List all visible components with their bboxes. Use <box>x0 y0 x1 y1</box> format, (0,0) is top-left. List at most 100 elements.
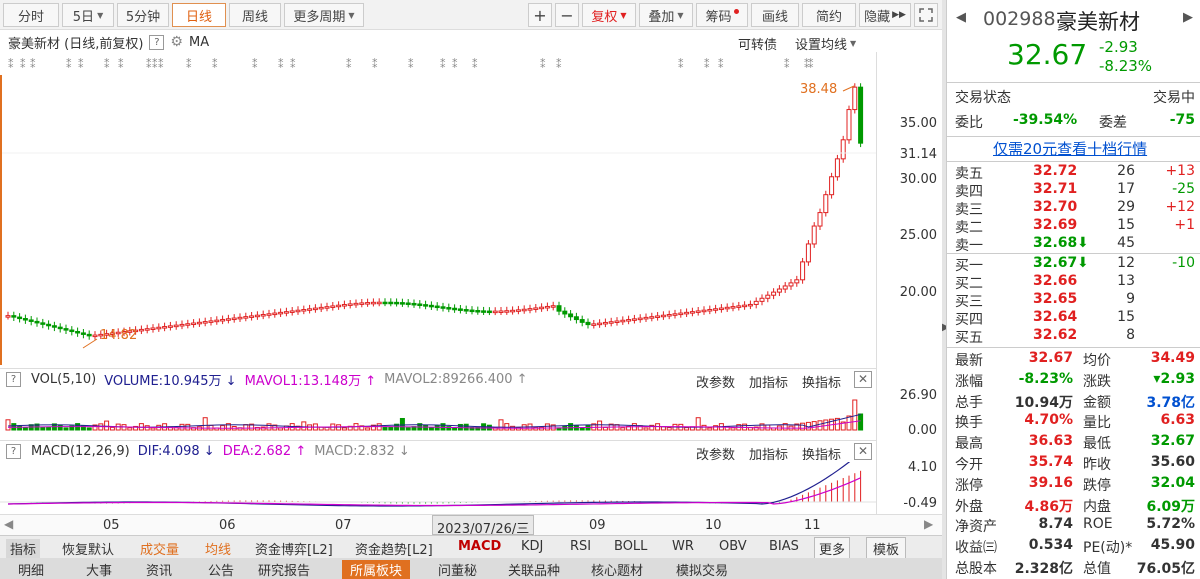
period-5min-button[interactable]: 5分钟 <box>117 3 169 27</box>
event-marker-icon[interactable]: ⁑ <box>704 58 710 71</box>
tab-boll[interactable]: BOLL <box>614 539 647 554</box>
next-stock-icon[interactable]: ▶ <box>1183 10 1193 25</box>
tab-indicator[interactable]: 指标 <box>6 539 41 558</box>
event-marker-icon[interactable]: ⁑ <box>452 58 458 71</box>
event-marker-icon[interactable]: ⁑ <box>66 58 72 71</box>
vol-add-indicator-button[interactable]: 加指标 <box>749 372 788 391</box>
simple-mode-button[interactable]: 简约 <box>802 3 856 27</box>
scroll-right-icon[interactable]: ▶ <box>924 517 933 531</box>
tab-kdj[interactable]: KDJ <box>521 539 543 554</box>
tab-sector[interactable]: 所属板块 <box>342 560 411 579</box>
tab-volume[interactable]: 成交量 <box>140 539 179 558</box>
stat-value: 6.63 <box>1160 412 1195 429</box>
event-marker-icon[interactable]: ⁑ <box>8 58 14 71</box>
event-marker-icon[interactable]: ⁑ <box>290 58 296 71</box>
event-marker-icon[interactable]: ⁑ <box>540 58 546 71</box>
bid-row[interactable]: 买三 32.65 9 <box>947 291 1200 310</box>
tab-macd[interactable]: MACD <box>458 539 501 554</box>
more-periods-button[interactable]: 更多周期 ▼ <box>284 3 364 27</box>
event-marker-icon[interactable]: ⁑ <box>372 58 378 71</box>
ask-row[interactable]: 卖五 32.72 26 +13 <box>947 163 1200 182</box>
prev-stock-icon[interactable]: ◀ <box>956 10 966 25</box>
vol-switch-indicator-button[interactable]: 换指标 <box>802 372 841 391</box>
tab-core-theme[interactable]: 核心题材 <box>583 560 651 579</box>
template-button[interactable]: 模板 <box>866 537 907 560</box>
bid-row[interactable]: 买二 32.66 13 <box>947 273 1200 292</box>
vol-close-icon[interactable]: ✕ <box>854 371 872 388</box>
tab-more[interactable]: 更多 <box>814 537 851 560</box>
help-icon[interactable]: ? <box>6 372 21 387</box>
event-marker-icon[interactable]: ⁑ <box>346 58 352 71</box>
level2-upgrade-link[interactable]: 仅需20元查看十档行情 <box>993 138 1147 159</box>
gear-icon[interactable]: ⚙ <box>170 34 183 50</box>
tab-events[interactable]: 大事 <box>78 560 120 579</box>
help-icon[interactable]: ? <box>149 34 165 50</box>
period-daily-button[interactable]: 日线 <box>172 3 226 27</box>
macd-close-icon[interactable]: ✕ <box>854 443 872 460</box>
tab-wr[interactable]: WR <box>672 539 694 554</box>
period-weekly-button[interactable]: 周线 <box>229 3 281 27</box>
tab-fund-game[interactable]: 资金博弈[L2] <box>255 539 333 558</box>
bid-row[interactable]: 买五 32.62 8 <box>947 327 1200 346</box>
tab-announcements[interactable]: 公告 <box>200 560 242 579</box>
bid-row[interactable]: 买一 32.67 ⬇ 12 -10 <box>947 255 1200 274</box>
event-marker-icon[interactable]: ⁑ <box>212 58 218 71</box>
bid-row[interactable]: 买四 32.64 15 <box>947 309 1200 328</box>
help-icon[interactable]: ? <box>6 444 21 459</box>
event-marker-icon[interactable]: ⁑ <box>158 58 164 71</box>
event-marker-icon[interactable]: ⁑ <box>678 58 684 71</box>
event-marker-icon[interactable]: ⁑ <box>30 58 36 71</box>
event-marker-icon[interactable]: ⁑ <box>408 58 414 71</box>
ask-row[interactable]: 卖四 32.71 17 -25 <box>947 181 1200 200</box>
event-marker-icon[interactable]: ⁑ <box>784 58 790 71</box>
tab-bias[interactable]: BIAS <box>769 539 799 554</box>
chips-button[interactable]: 筹码 <box>696 3 748 27</box>
event-marker-icon[interactable]: ⁑ <box>20 58 26 71</box>
scroll-left-icon[interactable]: ◀ <box>4 517 13 531</box>
event-marker-icon[interactable]: ⁑ <box>556 58 562 71</box>
vol-edit-params-button[interactable]: 改参数 <box>696 372 735 391</box>
event-marker-icon[interactable]: ⁑ <box>118 58 124 71</box>
ask-row[interactable]: 卖一 32.68 ⬇ 45 <box>947 235 1200 254</box>
tab-related[interactable]: 关联品种 <box>500 560 568 579</box>
tab-fund-trend[interactable]: 资金趋势[L2] <box>355 539 433 558</box>
tab-restore-default[interactable]: 恢复默认 <box>62 539 114 558</box>
tab-detail[interactable]: 明细 <box>10 560 52 579</box>
stat-value: 4.86万 <box>1024 498 1073 515</box>
tab-obv[interactable]: OBV <box>719 539 747 554</box>
zoom-out-button[interactable]: − <box>555 3 579 27</box>
tab-rsi[interactable]: RSI <box>570 539 591 554</box>
main-indicator-label[interactable]: MA <box>189 35 209 50</box>
event-marker-icon[interactable]: ⁑ <box>808 58 814 71</box>
event-marker-icon[interactable]: ⁑ <box>104 58 110 71</box>
tab-ma[interactable]: 均线 <box>205 539 231 558</box>
ask-row[interactable]: 卖二 32.69 15 +1 <box>947 217 1200 236</box>
event-marker-icon[interactable]: ⁑ <box>186 58 192 71</box>
hide-button[interactable]: 隐藏 ▶▶ <box>859 3 911 27</box>
overlay-button[interactable]: 叠加 ▼ <box>639 3 693 27</box>
tab-sim-trade[interactable]: 模拟交易 <box>668 560 736 579</box>
macd-edit-params-button[interactable]: 改参数 <box>696 444 735 463</box>
event-marker-icon[interactable]: ⁑ <box>78 58 84 71</box>
macd-switch-indicator-button[interactable]: 换指标 <box>802 444 841 463</box>
stat-value: 76.05亿 <box>1136 561 1195 577</box>
tab-news[interactable]: 资讯 <box>138 560 180 579</box>
set-ma-button[interactable]: 设置均线 ▼ <box>795 34 856 53</box>
ask-row[interactable]: 卖三 32.70 29 +12 <box>947 199 1200 218</box>
draw-line-button[interactable]: 画线 <box>751 3 799 27</box>
event-marker-icon[interactable]: ⁑ <box>472 58 478 71</box>
tab-research[interactable]: 研究报告 <box>250 560 318 579</box>
period-5day-button[interactable]: 5日 ▼ <box>62 3 114 27</box>
event-marker-icon[interactable]: ⁑ <box>278 58 284 71</box>
macd-add-indicator-button[interactable]: 加指标 <box>749 444 788 463</box>
event-marker-icon[interactable]: ⁑ <box>252 58 258 71</box>
fullscreen-button[interactable] <box>914 3 938 27</box>
adjust-rights-button[interactable]: 复权 ▼ <box>582 3 636 27</box>
stat-value: 39.16 <box>1028 474 1073 491</box>
event-marker-icon[interactable]: ⁑ <box>718 58 724 71</box>
convertible-bond-link[interactable]: 可转债 <box>738 34 777 53</box>
zoom-in-button[interactable]: + <box>528 3 552 27</box>
event-marker-icon[interactable]: ⁑ <box>440 58 446 71</box>
period-intraday-button[interactable]: 分时 <box>3 3 59 27</box>
tab-ask-secretary[interactable]: 问董秘 <box>430 560 485 579</box>
